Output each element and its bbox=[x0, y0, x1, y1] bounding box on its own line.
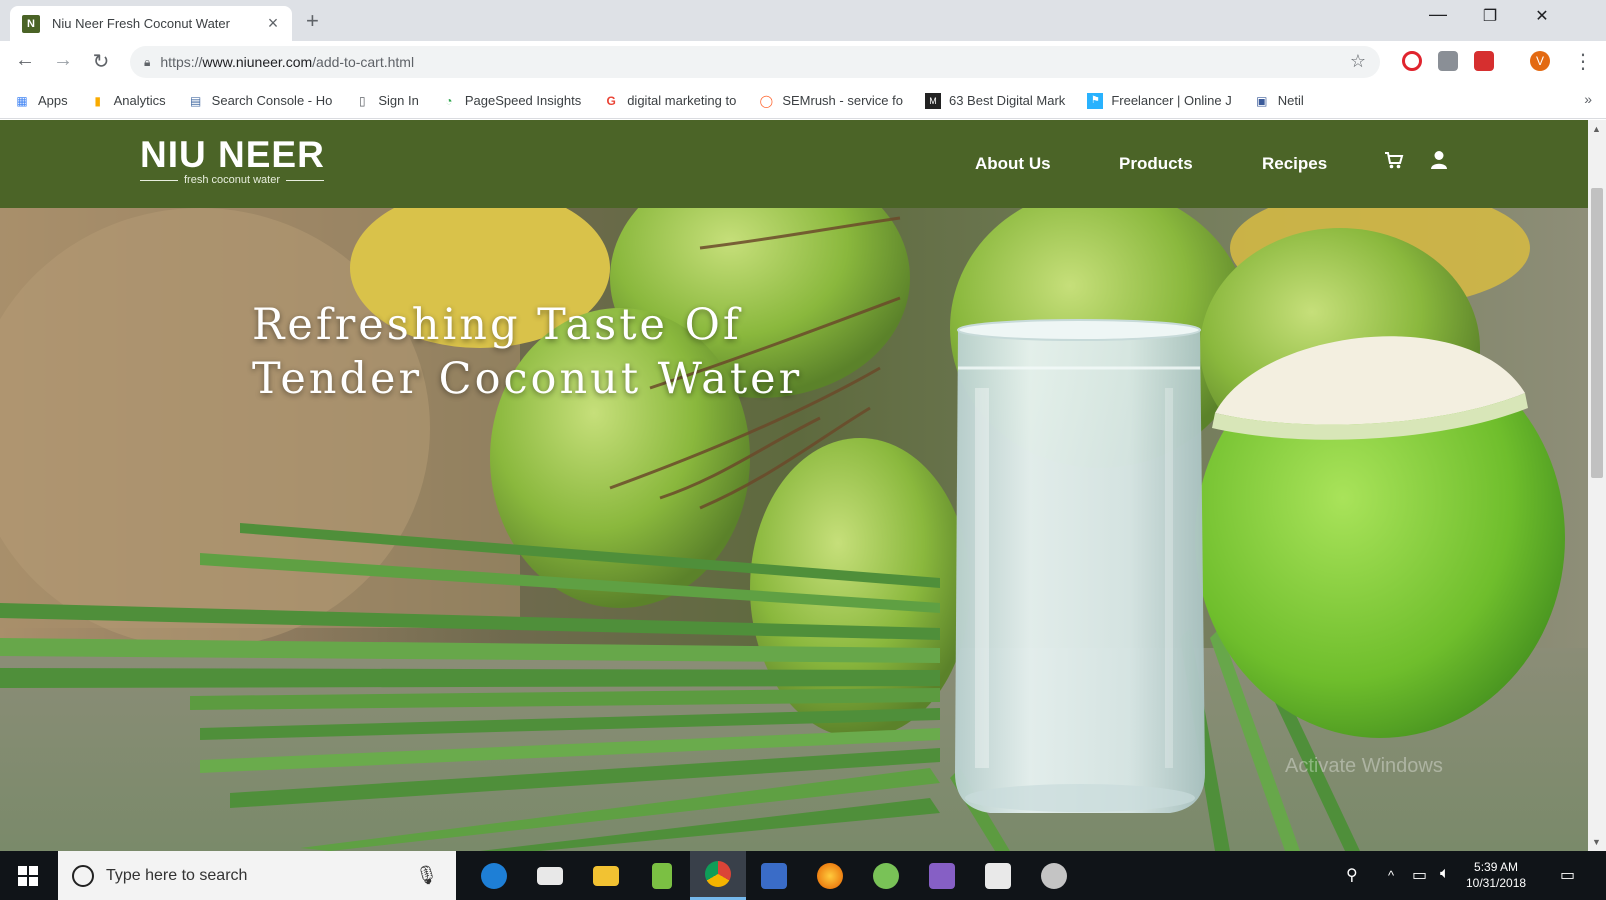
system-clock[interactable]: 5:39 AM 10/31/2018 bbox=[1466, 859, 1526, 891]
tab-close-icon[interactable]: × bbox=[264, 13, 282, 34]
nav-recipes[interactable]: Recipes bbox=[1262, 120, 1327, 208]
browser-tab-active[interactable]: N Niu Neer Fresh Coconut Water × bbox=[10, 6, 292, 41]
android-studio-icon[interactable] bbox=[858, 851, 914, 900]
browser-toolbar: ← → ↻ 🔒︎ https://www.niuneer.com/add-to-… bbox=[0, 41, 1606, 83]
taskbar-search-box[interactable]: Type here to search 🎙︎ bbox=[58, 851, 456, 900]
browser-tab-strip: N Niu Neer Fresh Coconut Water × + — ❐ ✕ bbox=[0, 0, 1606, 41]
page-scrollbar[interactable]: ▲ ▼ bbox=[1588, 120, 1606, 851]
bookmark-digital-marketing-tools[interactable]: M 63 Best Digital Mark bbox=[924, 92, 1065, 109]
analytics-icon: ▮ bbox=[94, 93, 101, 108]
scrollbar-thumb[interactable] bbox=[1591, 188, 1603, 478]
microphone-icon[interactable]: 🎙︎ bbox=[415, 865, 438, 886]
edge-icon[interactable] bbox=[466, 851, 522, 900]
file-explorer-icon[interactable] bbox=[578, 851, 634, 900]
bookmarks-bar: ▦ Apps ▮ Analytics ▤ Search Console - Ho ▯ S… bbox=[0, 83, 1606, 119]
window-close-button[interactable]: ✕ bbox=[1522, 6, 1562, 26]
bookmark-icon: M bbox=[924, 92, 941, 109]
windows-logo-icon bbox=[18, 865, 38, 886]
browser-menu-icon[interactable]: ⋮ bbox=[1570, 49, 1596, 74]
bookmark-search-console[interactable]: ▤ Search Console - Ho bbox=[188, 93, 332, 109]
bookmark-pagespeed[interactable]: ◔ PageSpeed Insights bbox=[441, 93, 581, 109]
forward-button[interactable]: → bbox=[50, 49, 76, 72]
photos-icon[interactable] bbox=[970, 851, 1026, 900]
window-restore-button[interactable]: ❐ bbox=[1470, 6, 1510, 26]
shopping-cart-icon[interactable] bbox=[1384, 150, 1404, 176]
address-bar[interactable]: 🔒︎ https://www.niuneer.com/add-to-cart.h… bbox=[130, 46, 1380, 78]
semrush-icon: ◯ bbox=[759, 93, 774, 108]
volume-icon[interactable]: 🔈︎ bbox=[1440, 865, 1450, 883]
logo-text: NIU NEER bbox=[140, 134, 325, 175]
search-console-icon: ▤ bbox=[190, 93, 202, 108]
bookmarks-overflow-icon[interactable]: » bbox=[1584, 91, 1592, 107]
windows-taskbar: Type here to search 🎙︎ ⚲ ^ ▭ 🔈︎ 5:39 AM … bbox=[0, 851, 1606, 900]
notepad-icon[interactable] bbox=[634, 851, 690, 900]
chrome-icon[interactable] bbox=[690, 851, 746, 900]
bookmark-sign-in[interactable]: ▯ Sign In bbox=[354, 93, 419, 109]
website-viewport: NIU NEER fresh coconut water About Us Pr… bbox=[0, 120, 1588, 851]
paint-icon[interactable] bbox=[1026, 851, 1082, 900]
recording-extension-icon[interactable] bbox=[1474, 51, 1494, 71]
extension-icon[interactable] bbox=[1438, 51, 1458, 71]
tab-title: Niu Neer Fresh Coconut Water bbox=[52, 16, 230, 31]
start-button[interactable] bbox=[0, 851, 56, 900]
address-url: https://www.niuneer.com/add-to-cart.html bbox=[160, 54, 415, 70]
mail-icon[interactable] bbox=[522, 851, 578, 900]
nav-about-us[interactable]: About Us bbox=[975, 120, 1051, 208]
reload-button[interactable]: ↻ bbox=[88, 49, 114, 74]
firefox-icon[interactable] bbox=[802, 851, 858, 900]
apps-grid-icon: ▦ bbox=[16, 93, 28, 108]
google-icon: G bbox=[606, 93, 616, 108]
bookmark-star-icon[interactable]: ☆ bbox=[1350, 51, 1366, 72]
hero-banner: Refreshing Taste Of Tender Coconut Water… bbox=[0, 208, 1588, 851]
bookmark-analytics[interactable]: ▮ Analytics bbox=[90, 93, 165, 109]
scroll-up-arrow-icon[interactable]: ▲ bbox=[1592, 124, 1601, 134]
visual-studio-icon[interactable] bbox=[914, 851, 970, 900]
activate-windows-watermark: Activate Windows bbox=[1285, 755, 1443, 777]
profile-avatar[interactable]: V bbox=[1530, 51, 1550, 71]
bookmark-apps[interactable]: ▦ Apps bbox=[14, 93, 67, 109]
remote-desktop-icon[interactable] bbox=[746, 851, 802, 900]
lock-icon: 🔒︎ bbox=[144, 54, 151, 69]
scroll-down-arrow-icon[interactable]: ▼ bbox=[1592, 837, 1601, 847]
hero-headline: Refreshing Taste Of Tender Coconut Water bbox=[252, 300, 803, 404]
freelancer-icon: ⚑ bbox=[1087, 92, 1104, 109]
netil-icon: ▣ bbox=[1256, 93, 1268, 108]
cortana-icon bbox=[72, 864, 94, 887]
taskbar-search-placeholder: Type here to search bbox=[106, 866, 248, 884]
action-center-icon[interactable]: ▭ bbox=[1560, 865, 1575, 885]
nav-products[interactable]: Products bbox=[1119, 120, 1193, 208]
people-icon[interactable]: ⚲ bbox=[1346, 865, 1358, 885]
user-icon[interactable] bbox=[1430, 150, 1448, 176]
bookmark-semrush[interactable]: ◯ SEMrush - service fo bbox=[758, 93, 903, 109]
network-icon[interactable]: ▭ bbox=[1412, 865, 1427, 885]
window-minimize-button[interactable]: — bbox=[1418, 4, 1458, 25]
new-tab-button[interactable]: + bbox=[306, 8, 319, 34]
bookmark-netil[interactable]: ▣ Netil bbox=[1254, 93, 1304, 109]
opera-extension-icon[interactable] bbox=[1402, 51, 1422, 71]
site-favicon-icon: N bbox=[22, 14, 40, 33]
show-hidden-icons-icon[interactable]: ^ bbox=[1388, 868, 1394, 883]
bookmark-freelancer[interactable]: ⚑ Freelancer | Online J bbox=[1087, 92, 1232, 109]
bookmark-digital-marketing[interactable]: Gdigital marketing to bbox=[603, 93, 737, 109]
back-button[interactable]: ← bbox=[12, 49, 38, 72]
site-logo[interactable]: NIU NEER fresh coconut water bbox=[140, 134, 325, 186]
site-header: NIU NEER fresh coconut water About Us Pr… bbox=[0, 120, 1588, 208]
pagespeed-icon: ◔ bbox=[445, 93, 453, 108]
page-icon: ▯ bbox=[359, 93, 366, 108]
